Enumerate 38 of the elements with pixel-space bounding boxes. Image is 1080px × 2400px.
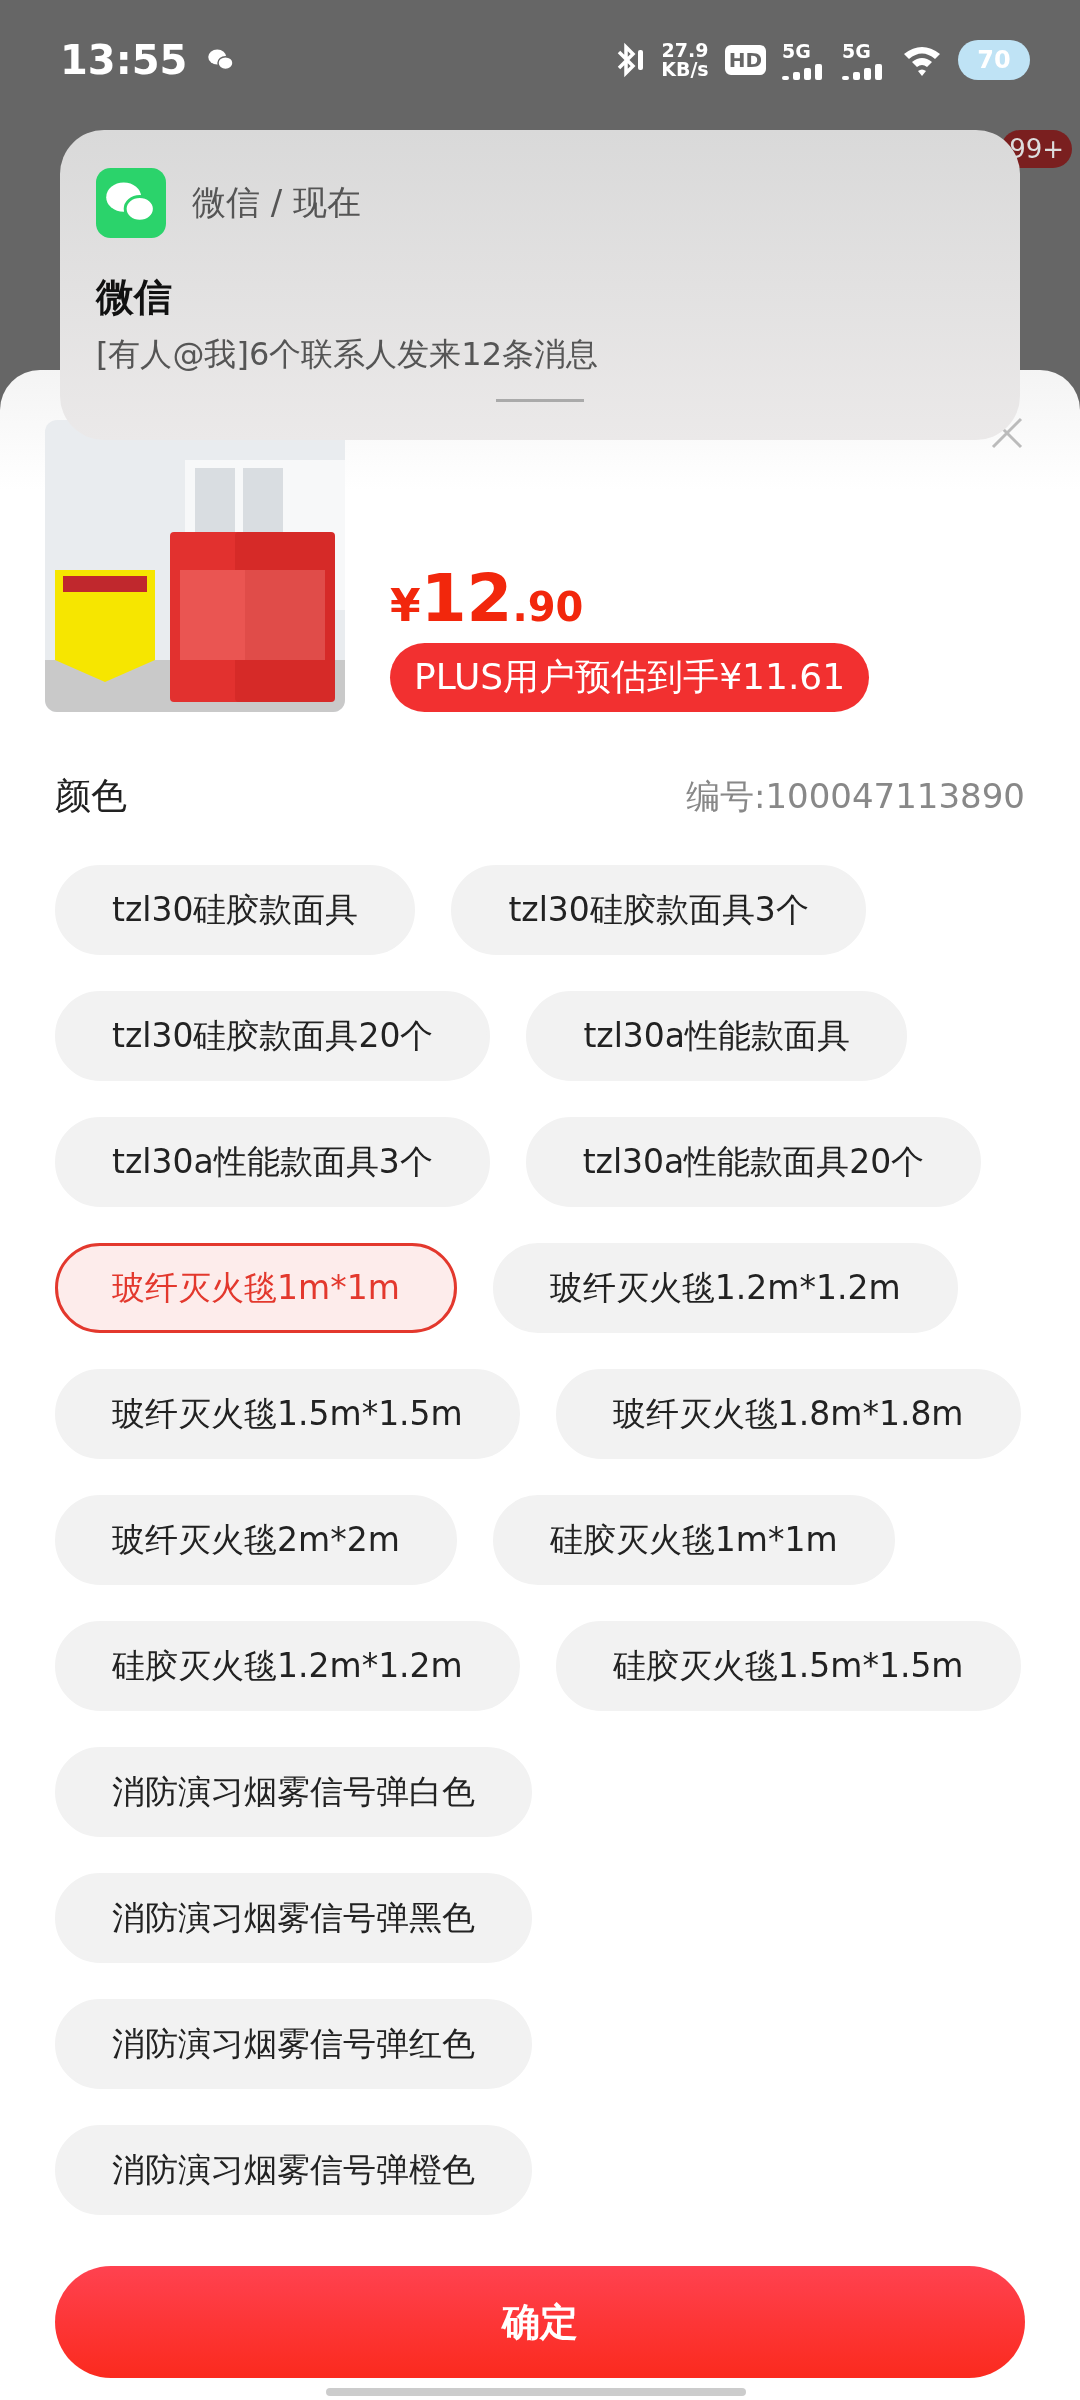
option-chip[interactable]: 玻纤灭火毯1.8m*1.8m [555,1369,1021,1459]
section-title: 颜色 [55,774,127,818]
option-chip[interactable]: tzl30硅胶款面具3个 [451,865,866,955]
notification-title: 微信 [96,274,173,321]
network-type: 5G [782,40,811,62]
option-chip[interactable]: tzl30a性能款面具3个 [55,1117,490,1207]
option-chip[interactable]: 消防演习烟雾信号弹黑色 [55,1873,532,1963]
notification-source: 微信 / 现在 [192,181,362,224]
option-chip[interactable]: 消防演习烟雾信号弹红色 [55,1999,532,2089]
option-chip[interactable]: 玻纤灭火毯1.5m*1.5m [55,1369,520,1459]
option-chip[interactable]: tzl30a性能款面具20个 [525,1117,982,1207]
option-chip[interactable]: 玻纤灭火毯1m*1m [55,1243,457,1333]
price: ¥12.90 [390,560,585,637]
option-chip[interactable]: tzl30硅胶款面具 [55,865,416,955]
option-chip[interactable]: 玻纤灭火毯1.2m*1.2m [492,1243,958,1333]
network-type: 5G [842,40,871,62]
network-speed: 27.9 [661,41,709,60]
sku-number: 编号:100047113890 [685,774,1025,818]
option-chip[interactable]: 硅胶灭火毯1.5m*1.5m [555,1621,1021,1711]
chat-bubbles-icon [96,168,166,238]
home-indicator[interactable] [326,2388,746,2396]
option-chip[interactable]: tzl30硅胶款面具20个 [55,991,491,1081]
option-chip[interactable]: 硅胶灭火毯1.2m*1.2m [55,1621,520,1711]
drag-handle[interactable] [496,399,584,402]
option-chip[interactable]: 玻纤灭火毯2m*2m [55,1495,457,1585]
confirm-button[interactable]: 确定 [55,2266,1025,2378]
option-chip[interactable]: 消防演习烟雾信号弹橙色 [55,2125,532,2215]
notification-message: [有人@我]6个联系人发来12条消息 [96,334,600,375]
status-time: 13:55 [60,37,188,83]
option-chip[interactable]: 硅胶灭火毯1m*1m [492,1495,895,1585]
option-chip[interactable]: 消防演习烟雾信号弹白色 [55,1747,532,1837]
plus-price-tag: PLUS用户预估到手¥11.61 [390,643,870,712]
bluetooth-icon [615,42,646,78]
wifi-icon [902,44,942,76]
option-chip[interactable]: tzl30a性能款面具 [526,991,908,1081]
hd-label: HD [724,45,766,75]
battery-indicator: 70 [958,40,1030,80]
network-speed-unit: KB/s [661,60,709,79]
